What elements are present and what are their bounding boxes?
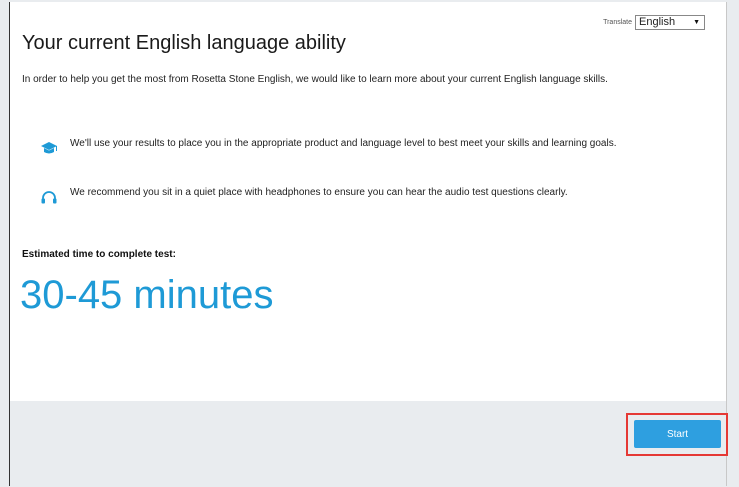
language-select[interactable]: English ▼	[635, 15, 705, 30]
bullet-text: We recommend you sit in a quiet place wi…	[70, 187, 568, 198]
page-title: Your current English language ability	[22, 32, 346, 54]
language-select-value: English	[639, 16, 676, 28]
start-button[interactable]: Start	[634, 420, 721, 448]
translate-control: Translate English ▼	[603, 15, 705, 30]
footer-bar	[10, 401, 726, 486]
chevron-down-icon: ▼	[693, 19, 700, 26]
translate-label: Translate	[603, 19, 632, 26]
headphones-icon	[41, 191, 57, 204]
intro-text: In order to help you get the most from R…	[22, 74, 608, 85]
content-frame: Translate English ▼ Your current English…	[9, 2, 728, 486]
estimated-time-value: 30-45 minutes	[20, 273, 274, 317]
graduation-cap-icon	[41, 142, 57, 154]
bullet-headphones: We recommend you sit in a quiet place wi…	[40, 187, 660, 204]
bullet-text: We'll use your results to place you in t…	[70, 138, 617, 149]
bullet-placement: We'll use your results to place you in t…	[40, 138, 660, 155]
estimated-time-label: Estimated time to complete test:	[22, 249, 176, 260]
